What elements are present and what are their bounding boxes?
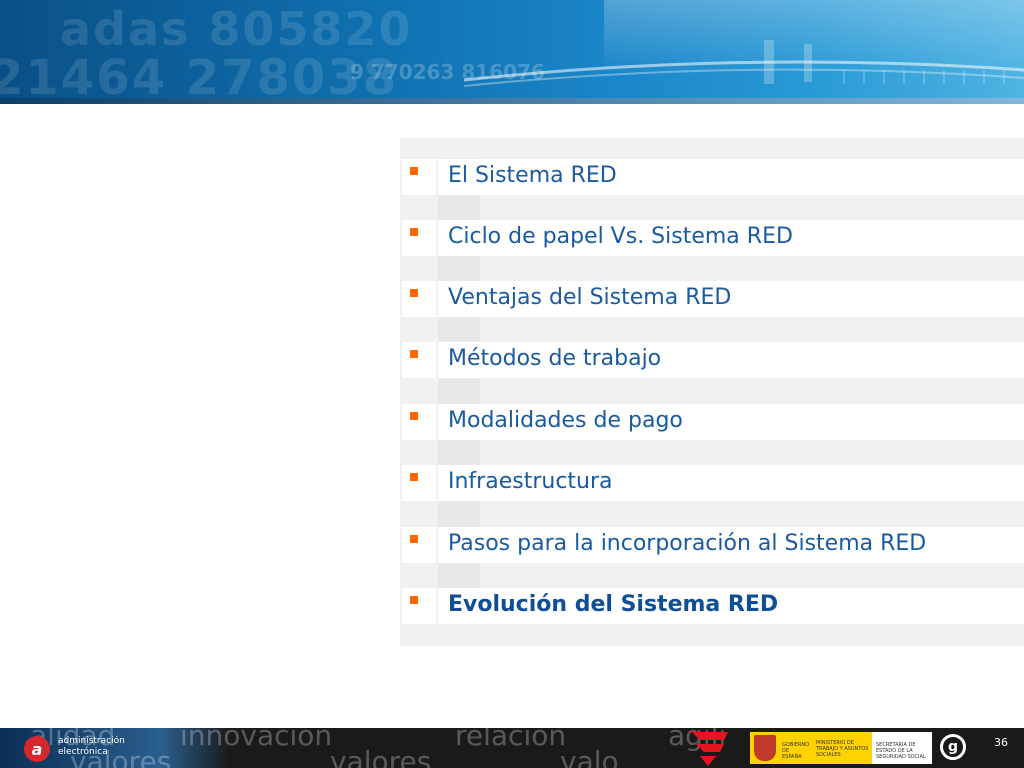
- agenda-item-label: Ventajas del Sistema RED: [448, 285, 732, 310]
- administracion-electronica-logo: a administración electrónica: [24, 734, 134, 764]
- agenda-item-label: Ciclo de papel Vs. Sistema RED: [448, 224, 793, 249]
- header-numbers-2: 21464 278038: [0, 50, 399, 104]
- agenda-item-label: Pasos para la incorporación al Sistema R…: [448, 531, 927, 556]
- ae-logo-icon: a: [24, 736, 50, 762]
- footer-word: valores: [330, 745, 432, 768]
- bullet-icon: [410, 535, 418, 543]
- header-shine: [604, 0, 1024, 104]
- footer-bar: alidad innovacion relacion agili valores…: [0, 728, 1024, 768]
- agenda-item-5[interactable]: Modalidades de pago: [400, 404, 1024, 440]
- agenda-item-3[interactable]: Ventajas del Sistema RED: [400, 281, 1024, 317]
- agenda-item-1[interactable]: El Sistema RED: [400, 159, 1024, 195]
- page-number: 36: [994, 736, 1008, 749]
- header-banner: adas 805820 21464 278038 9 770263 816076: [0, 0, 1024, 104]
- gi-logo-icon: g: [940, 734, 966, 760]
- agenda-item-7[interactable]: Pasos para la incorporación al Sistema R…: [400, 527, 1024, 563]
- agenda-item-4[interactable]: Métodos de trabajo: [400, 342, 1024, 378]
- gov-text-2: MINISTERIO DE TRABAJO Y ASUNTOS SOCIALES: [816, 740, 869, 758]
- agenda-item-label: El Sistema RED: [448, 163, 617, 188]
- ae-logo-text-1: administración: [58, 736, 125, 746]
- footer-word: relacion: [455, 728, 567, 752]
- gi-logo: g: [938, 732, 1024, 764]
- bullet-icon: [410, 350, 418, 358]
- header-bottom-line: [0, 98, 1024, 104]
- bullet-icon: [410, 228, 418, 236]
- header-numbers-1: adas 805820: [60, 2, 413, 56]
- gobierno-espana-logo: GOBIERNO DE ESPAÑA MINISTERIO DE TRABAJO…: [750, 732, 932, 764]
- bullet-icon: [410, 412, 418, 420]
- agenda-item-2[interactable]: Ciclo de papel Vs. Sistema RED: [400, 220, 1024, 256]
- agenda-item-label-current: Evolución del Sistema RED: [448, 592, 779, 617]
- gov-text-1: GOBIERNO DE ESPAÑA: [782, 742, 810, 760]
- footer-word: valo: [560, 745, 619, 768]
- ae-logo-text-2: electrónica: [58, 747, 108, 757]
- bullet-icon: [410, 473, 418, 481]
- footer-word: innovacion: [180, 728, 333, 752]
- agenda-item-6[interactable]: Infraestructura: [400, 465, 1024, 501]
- bullet-icon: [410, 289, 418, 297]
- coat-of-arms-icon: [754, 735, 776, 761]
- gov-text-3: SECRETARÍA DE ESTADO DE LA SEGURIDAD SOC…: [876, 742, 926, 760]
- red-logo-icon: [692, 732, 728, 766]
- agenda-item-label: Infraestructura: [448, 469, 613, 494]
- agenda-item-8-current[interactable]: Evolución del Sistema RED: [400, 588, 1024, 624]
- agenda-item-label: Métodos de trabajo: [448, 346, 662, 371]
- agenda-panel: El Sistema RED Ciclo de papel Vs. Sistem…: [400, 138, 1024, 646]
- bullet-icon: [410, 596, 418, 604]
- agenda-item-label: Modalidades de pago: [448, 408, 683, 433]
- bullet-icon: [410, 167, 418, 175]
